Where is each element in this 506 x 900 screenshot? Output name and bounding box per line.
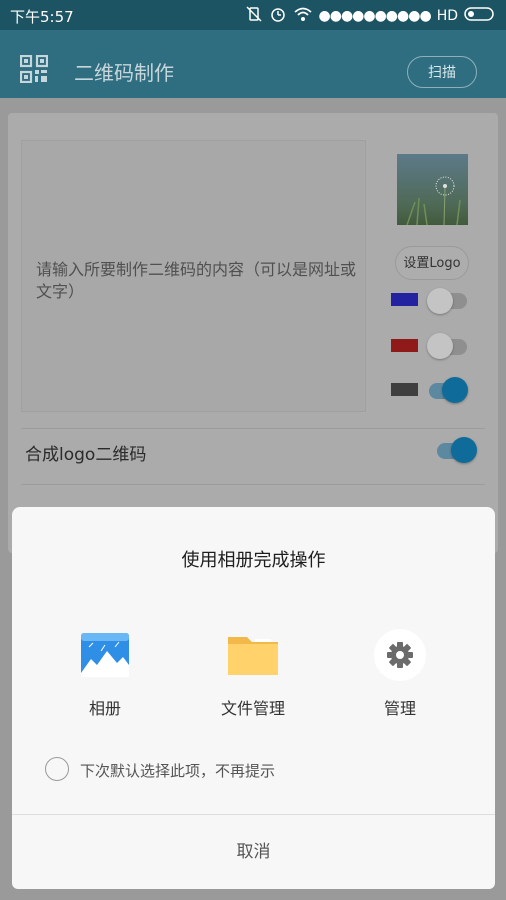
app-chooser-dialog: 使用相册完成操作 相册 文件管理 管理 下次默认选择此项，不再提示 取消 — [12, 507, 495, 889]
network-type: HD — [436, 8, 458, 24]
logo-preview-image[interactable] — [397, 154, 468, 226]
set-logo-button[interactable]: 设置Logo — [395, 246, 469, 280]
toggle-thumb — [451, 437, 477, 463]
app-bar: 二维码制作 扫描 — [0, 30, 506, 98]
toggle-thumb — [427, 333, 453, 359]
divider — [21, 428, 485, 429]
folder-icon — [227, 629, 279, 681]
color-swatch-black — [391, 383, 418, 396]
content-placeholder: 请输入所要制作二维码的内容（可以是网址或文字） — [36, 260, 357, 301]
color-swatch-red — [391, 339, 418, 352]
app-option-label: 相册 — [88, 699, 121, 718]
remember-checkbox[interactable] — [45, 757, 69, 781]
divider — [21, 484, 485, 485]
gear-icon — [374, 629, 426, 681]
wifi-icon — [293, 6, 313, 26]
status-time: 下午5:57 — [10, 8, 74, 26]
app-option-label: 管理 — [383, 699, 416, 718]
gallery-icon — [79, 629, 131, 681]
status-bar: 下午5:57 ●●●●●●●●●● HD — [0, 0, 506, 30]
vibrate-off-icon — [245, 5, 263, 27]
color-swatch-blue — [391, 293, 418, 306]
dialog-title: 使用相册完成操作 — [181, 550, 326, 571]
toggle-thumb — [427, 288, 453, 314]
signal-dots-icon: ●●●●●●●●●● — [318, 8, 432, 24]
app-option-file-manager[interactable]: 文件管理 — [193, 629, 313, 719]
merge-logo-label: 合成logo二维码 — [25, 445, 147, 465]
status-icons: ●●●●●●●●●● HD — [245, 5, 496, 27]
app-option-label: 文件管理 — [220, 699, 285, 718]
alarm-icon — [269, 5, 287, 27]
cancel-button[interactable]: 取消 — [12, 815, 495, 889]
scan-button[interactable]: 扫描 — [407, 56, 477, 88]
battery-icon — [464, 7, 496, 25]
app-option-manage[interactable]: 管理 — [340, 629, 460, 719]
app-option-gallery[interactable]: 相册 — [45, 629, 165, 719]
content-input[interactable]: 请输入所要制作二维码的内容（可以是网址或文字） — [21, 140, 366, 412]
remember-label: 下次默认选择此项，不再提示 — [80, 762, 276, 780]
qr-code-icon — [19, 54, 49, 84]
app-title: 二维码制作 — [74, 61, 174, 85]
toggle-thumb — [442, 377, 468, 403]
